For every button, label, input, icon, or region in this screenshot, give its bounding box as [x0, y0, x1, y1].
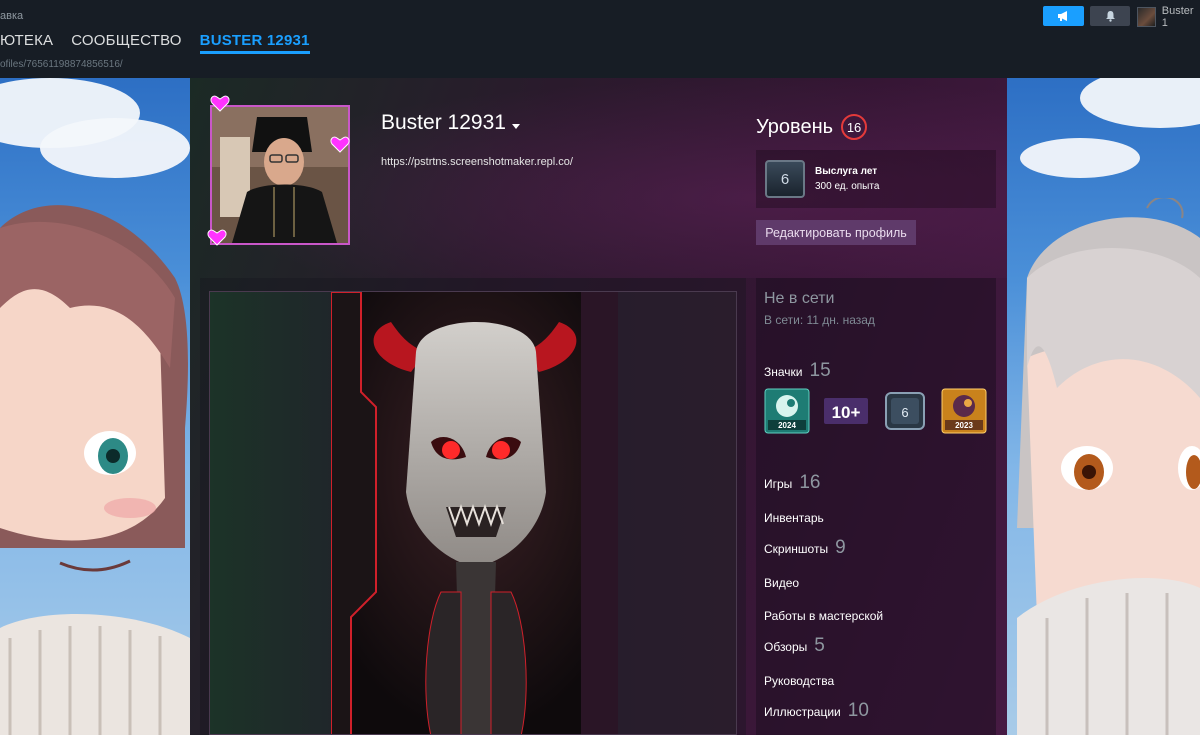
persona-name: Buster 12931 [381, 111, 506, 134]
background-character-right [1017, 198, 1200, 735]
last-online: В сети: 11 дн. назад [764, 313, 875, 327]
nav-library[interactable]: ЮТЕКА [0, 32, 53, 54]
badge-xp: 300 ед. опыта [815, 181, 880, 192]
artwork-showcase [200, 278, 746, 735]
profile-level: Уровень 16 [756, 114, 868, 140]
online-status: Не в сети [764, 290, 835, 307]
profile-avatar [210, 105, 350, 245]
edit-profile-button[interactable]: Редактировать профиль [756, 220, 916, 245]
profile-page: Buster 12931 https://pstrtns.screenshotm… [190, 78, 1007, 735]
guides-link[interactable]: Руководства [764, 674, 841, 688]
url-line: ofiles/76561198874856516/ [0, 59, 123, 70]
heart-icon [330, 136, 350, 153]
oni-mask-artwork [331, 292, 618, 734]
workshop-link[interactable]: Работы в мастерской [764, 609, 890, 623]
avatar [1137, 7, 1156, 27]
badge-list: 2024 10+ 6 2023 [764, 388, 987, 434]
svg-text:2024: 2024 [778, 421, 796, 430]
user-menu[interactable]: Buster 1 [1137, 5, 1200, 29]
notifications-button[interactable] [1090, 6, 1130, 26]
years-of-service-icon: 6 [765, 160, 805, 198]
user-name: Buster 1 [1161, 5, 1194, 29]
steam-2024-badge-icon[interactable]: 2024 [764, 388, 810, 434]
top-menu-fragment[interactable]: авка [0, 10, 23, 22]
announcements-button[interactable] [1043, 6, 1084, 26]
background-character-left [0, 205, 190, 735]
showcase-artwork[interactable] [331, 292, 618, 734]
screenshots-link[interactable]: Скриншоты 9 [764, 537, 846, 559]
badge-title: Выслуга лет [815, 166, 878, 177]
steam-2023-badge-icon[interactable]: 2023 [941, 388, 987, 434]
level-10-plus-badge-icon[interactable]: 10+ [823, 388, 869, 434]
svg-text:6: 6 [901, 405, 908, 420]
top-bar: авка ЮТЕКА СООБЩЕСТВО BUSTER 12931 ofile… [0, 0, 1200, 78]
main-nav: ЮТЕКА СООБЩЕСТВО BUSTER 12931 [0, 32, 310, 54]
reviews-link[interactable]: Обзоры 5 [764, 635, 825, 657]
avatar-photo [212, 107, 348, 243]
bell-icon [1105, 11, 1115, 22]
profile-right-column: Не в сети В сети: 11 дн. назад Значки 15… [756, 278, 996, 735]
megaphone-icon [1057, 11, 1067, 21]
artwork-link[interactable]: Иллюстрации 10 [764, 700, 869, 722]
caret-down-icon [511, 123, 520, 129]
videos-link[interactable]: Видео [764, 576, 806, 590]
nav-community[interactable]: СООБЩЕСТВО [71, 32, 181, 54]
nav-profile[interactable]: BUSTER 12931 [199, 32, 310, 54]
persona-name-dropdown[interactable]: Buster 12931 [381, 111, 520, 135]
favorite-badge[interactable]: 6 Выслуга лет 300 ед. опыта [756, 150, 996, 208]
inventory-link[interactable]: Инвентарь [764, 511, 831, 525]
heart-icon [207, 229, 227, 246]
profile-summary[interactable]: https://pstrtns.screenshotmaker.repl.co/ [381, 156, 573, 168]
badges-link[interactable]: Значки 15 [764, 360, 831, 382]
games-link[interactable]: Игры 16 [764, 472, 820, 494]
years-of-service-badge-icon[interactable]: 6 [882, 388, 928, 434]
heart-icon [210, 95, 230, 112]
svg-text:10+: 10+ [832, 403, 861, 422]
svg-text:2023: 2023 [955, 421, 973, 430]
level-label: Уровень [756, 115, 834, 138]
level-badge[interactable]: 16 [841, 114, 868, 140]
